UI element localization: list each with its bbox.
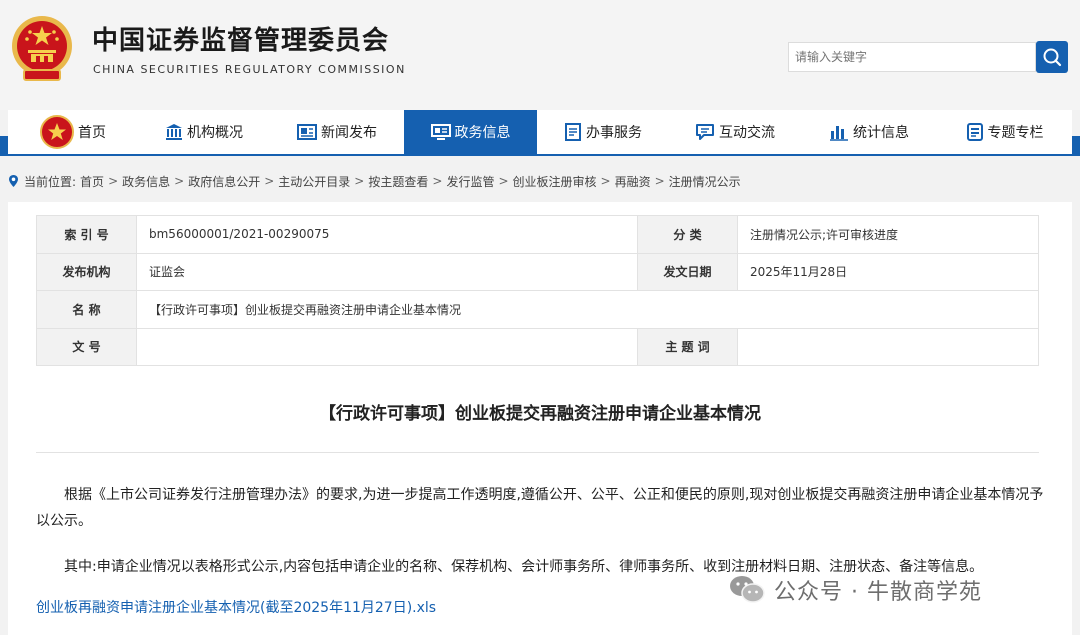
search-input[interactable] [788, 42, 1036, 72]
title-divider [36, 452, 1039, 453]
document-meta-table: 索 引 号 bm56000001/2021-00290075 分 类 注册情况公… [36, 215, 1039, 366]
article-paragraph: 根据《上市公司证券发行注册管理办法》的要求,为进一步提高工作透明度,遵循公开、公… [36, 487, 1044, 529]
index-label: 索 引 号 [36, 215, 137, 254]
breadcrumb-separator: > [432, 174, 443, 188]
date-label: 发文日期 [637, 252, 738, 291]
breadcrumb-separator: > [108, 174, 119, 188]
category-value: 注册情况公示;许可审核进度 [737, 215, 1039, 254]
breadcrumb-item[interactable]: 再融资 [615, 173, 651, 190]
nav-item-interaction[interactable]: 互动交流 [669, 110, 801, 154]
document-list-icon [564, 123, 582, 141]
monitor-icon [430, 123, 451, 141]
docno-value [136, 327, 638, 366]
nav-item-services[interactable]: 办事服务 [537, 110, 669, 154]
nav-item-label: 统计信息 [853, 125, 909, 141]
breadcrumb-item[interactable]: 首页 [80, 173, 104, 190]
table-row: 索 引 号 bm56000001/2021-00290075 分 类 注册情况公… [36, 215, 1039, 254]
breadcrumb-separator: > [600, 174, 611, 188]
nav-edge-left [0, 136, 8, 156]
nav-edge-right [1072, 136, 1080, 156]
issuer-value: 证监会 [136, 252, 638, 291]
subject-value [737, 327, 1039, 366]
table-row: 发布机构 证监会 发文日期 2025年11月28日 [36, 252, 1039, 291]
breadcrumb-separator: > [498, 174, 509, 188]
nav-item-home[interactable]: 首页 [8, 110, 138, 154]
site-title-cn: 中国证券监督管理委员会 [92, 26, 390, 56]
table-row: 文 号 主 题 词 [36, 327, 1039, 366]
chat-icon [695, 123, 715, 141]
nav-item-label: 机构概况 [187, 125, 243, 141]
emblem-icon [40, 115, 74, 149]
name-value: 【行政许可事项】创业板提交再融资注册申请企业基本情况 [136, 290, 1039, 329]
breadcrumb: 当前位置: 首页 > 政务信息 > 政府信息公开 > 主动公开目录 > 按主题查… [8, 170, 741, 192]
date-value: 2025年11月28日 [737, 252, 1039, 291]
watermark-text: 公众号 · 牛散商学苑 [774, 580, 982, 605]
breadcrumb-separator: > [354, 174, 365, 188]
table-row: 名 称 【行政许可事项】创业板提交再融资注册申请企业基本情况 [36, 290, 1039, 329]
breadcrumb-separator: > [174, 174, 185, 188]
location-pin-icon [8, 174, 19, 188]
national-emblem-icon [12, 16, 72, 81]
content-panel: 索 引 号 bm56000001/2021-00290075 分 类 注册情况公… [8, 202, 1072, 635]
category-label: 分 类 [637, 215, 738, 254]
nav-item-label: 办事服务 [586, 125, 642, 141]
breadcrumb-separator: > [264, 174, 275, 188]
docno-label: 文 号 [36, 327, 137, 366]
breadcrumb-item[interactable]: 创业板注册审核 [513, 173, 597, 190]
subject-label: 主 题 词 [637, 327, 738, 366]
nav-item-label: 专题专栏 [987, 125, 1044, 141]
breadcrumb-item-current[interactable]: 注册情况公示 [669, 173, 741, 190]
article-title: 【行政许可事项】创业板提交再融资注册申请企业基本情况 [319, 404, 761, 424]
newspaper-icon [297, 123, 317, 141]
search-button[interactable] [1036, 41, 1068, 73]
breadcrumb-item[interactable]: 按主题查看 [368, 173, 428, 190]
nav-item-news[interactable]: 新闻发布 [270, 110, 404, 154]
site-header: 中国证券监督管理委员会 CHINA SECURITIES REGULATORY … [0, 0, 1080, 110]
breadcrumb-item[interactable]: 发行监管 [446, 173, 494, 190]
site-title-en: CHINA SECURITIES REGULATORY COMMISSION [93, 63, 406, 76]
building-icon [165, 123, 183, 141]
breadcrumb-prefix: 当前位置: [24, 174, 77, 189]
search-icon [1043, 48, 1062, 67]
nav-item-label: 互动交流 [719, 125, 775, 141]
breadcrumb-separator: > [654, 174, 665, 188]
breadcrumb-item[interactable]: 主动公开目录 [278, 173, 350, 190]
wechat-icon [728, 574, 766, 606]
name-label: 名 称 [36, 290, 137, 329]
nav-item-label: 新闻发布 [321, 125, 377, 141]
nav-item-label: 政务信息 [454, 125, 511, 141]
main-nav: 首页 机构概况 新闻发布 政务信息 办事服务 互动交流 统计信息 专题专栏 [8, 110, 1072, 156]
folder-icon [966, 123, 984, 141]
nav-item-gov-info[interactable]: 政务信息 [404, 110, 537, 154]
index-value: bm56000001/2021-00290075 [136, 215, 638, 254]
issuer-label: 发布机构 [36, 252, 137, 291]
watermark: 公众号 · 牛散商学苑 [728, 574, 982, 606]
bar-chart-icon [829, 123, 849, 141]
nav-item-topics[interactable]: 专题专栏 [937, 110, 1072, 154]
breadcrumb-item[interactable]: 政务信息 [122, 173, 170, 190]
nav-item-about[interactable]: 机构概况 [138, 110, 270, 154]
breadcrumb-item[interactable]: 政府信息公开 [188, 173, 260, 190]
nav-item-label: 首页 [78, 125, 106, 141]
nav-item-statistics[interactable]: 统计信息 [801, 110, 937, 154]
attachment-link[interactable]: 创业板再融资申请注册企业基本情况(截至2025年11月27日).xls [36, 597, 436, 617]
